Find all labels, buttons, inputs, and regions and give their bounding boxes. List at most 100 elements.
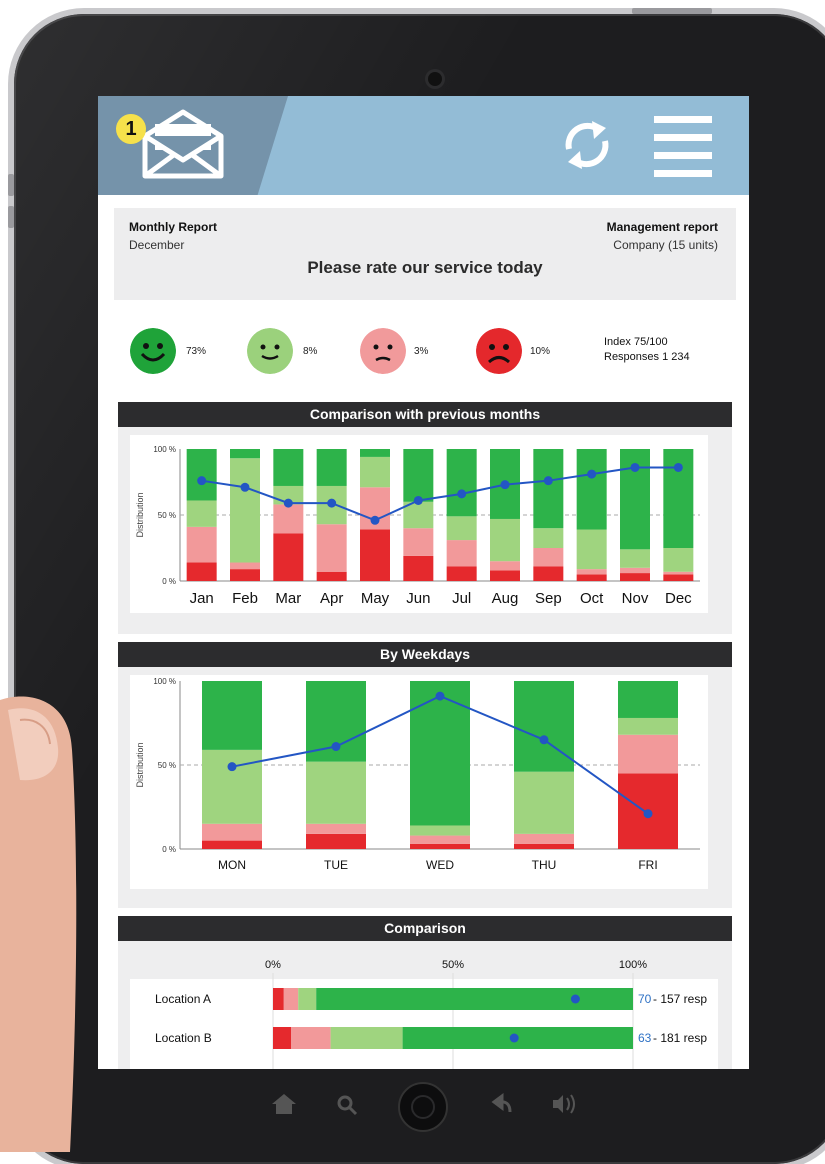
bar-segment bbox=[490, 518, 520, 562]
x-tick-label: May bbox=[361, 590, 390, 607]
bar-segment bbox=[202, 681, 262, 750]
x-tick-label: Sep bbox=[535, 590, 562, 607]
score-value: 63 bbox=[638, 1031, 652, 1045]
bar-segment bbox=[316, 571, 347, 581]
y-axis-label: Distribution bbox=[135, 492, 145, 537]
summary-stats: Index 75/100 Responses 1 234 bbox=[604, 335, 690, 365]
bar-segment bbox=[360, 529, 390, 581]
bar-segment bbox=[576, 569, 607, 575]
app-header: 1 bbox=[98, 96, 749, 195]
y-tick-label: 100 % bbox=[153, 445, 176, 454]
bar-segment bbox=[514, 843, 574, 849]
bar-segment bbox=[273, 449, 304, 486]
company-label: Company (15 units) bbox=[613, 238, 718, 252]
index-point bbox=[509, 1033, 519, 1043]
bar-segment bbox=[446, 449, 477, 517]
power-button bbox=[632, 8, 712, 14]
bar-segment bbox=[273, 533, 304, 581]
sync-icon[interactable] bbox=[560, 118, 614, 172]
bar-segment bbox=[410, 681, 470, 826]
bar-segment bbox=[360, 456, 390, 488]
bar-segment bbox=[230, 458, 260, 563]
line-point bbox=[240, 482, 250, 492]
x-tick-label: 50% bbox=[442, 959, 464, 971]
weekday-panel: By Weekdays 0 % 50 % 100 % Distribution MON T… bbox=[118, 642, 732, 908]
location-comparison-panel: Comparison 0% 50% 100% Location A 70 - 157 r… bbox=[118, 916, 732, 1069]
volume-button bbox=[8, 174, 14, 196]
bar-segment bbox=[316, 988, 633, 1010]
bar-segment bbox=[306, 833, 366, 849]
app-screen: 1 Monthly Report December Management rep… bbox=[98, 96, 749, 1069]
monthly-chart-title: Comparison with previous months bbox=[118, 402, 732, 427]
very-dissatisfied-face-icon[interactable] bbox=[476, 328, 522, 374]
mail-icon[interactable] bbox=[142, 108, 224, 180]
line-point bbox=[587, 469, 597, 479]
weekday-chart-title: By Weekdays bbox=[118, 642, 732, 667]
y-tick-label: 100 % bbox=[153, 677, 176, 686]
line-point bbox=[327, 498, 337, 508]
satisfied-face-icon[interactable] bbox=[247, 328, 293, 374]
x-tick-label: Aug bbox=[492, 590, 519, 607]
bar-segment bbox=[533, 566, 564, 581]
search-icon[interactable] bbox=[337, 1095, 358, 1116]
x-tick-label: 100% bbox=[619, 959, 647, 971]
bar-segment bbox=[620, 573, 650, 581]
x-tick-label: Apr bbox=[320, 590, 343, 607]
x-tick-label: Oct bbox=[580, 590, 604, 607]
index-value: Index 75/100 bbox=[604, 336, 668, 348]
x-tick-label: Jul bbox=[452, 590, 471, 607]
bar-segment bbox=[283, 988, 299, 1010]
bar-segment bbox=[576, 529, 607, 570]
menu-icon[interactable] bbox=[654, 116, 712, 188]
bar-segment bbox=[202, 823, 262, 841]
bar-segment bbox=[273, 504, 304, 534]
bar-segment bbox=[230, 562, 260, 570]
bar-segment bbox=[273, 988, 284, 1010]
dissatisfied-pct: 3% bbox=[414, 346, 429, 357]
y-tick-label: 50 % bbox=[158, 761, 176, 770]
line-point bbox=[630, 462, 640, 472]
bar-segment bbox=[533, 548, 564, 567]
line-point bbox=[370, 515, 380, 525]
bar-segment bbox=[186, 562, 217, 581]
home-button[interactable] bbox=[398, 1082, 448, 1132]
response-count: - 181 resp bbox=[653, 1031, 707, 1045]
bar-segment bbox=[410, 835, 470, 844]
bar-segment bbox=[514, 771, 574, 834]
weekday-chart: 0 % 50 % 100 % Distribution MON TUE WED THU FRI bbox=[130, 675, 708, 889]
rating-prompt: Please rate our service today bbox=[307, 258, 543, 277]
bar-segment bbox=[533, 449, 564, 529]
line-point bbox=[283, 498, 293, 508]
bar-segment bbox=[410, 843, 470, 849]
score-value: 70 bbox=[638, 992, 652, 1006]
bar-segment bbox=[202, 749, 262, 824]
location-label: Location A bbox=[155, 992, 211, 1006]
line-point bbox=[331, 742, 341, 752]
bar-segment bbox=[620, 549, 650, 568]
volume-icon[interactable] bbox=[553, 1094, 575, 1114]
x-tick-label: 0% bbox=[265, 959, 281, 971]
y-tick-label: 0 % bbox=[162, 845, 176, 854]
index-point bbox=[570, 994, 580, 1004]
monthly-comparison-panel: Comparison with previous months 0 % 50 % 1… bbox=[118, 402, 732, 634]
monthly-chart: 0 % 50 % 100 % Distribution Jan Feb Mar Apr May J… bbox=[130, 435, 708, 613]
bar-segment bbox=[230, 569, 260, 581]
back-icon[interactable] bbox=[491, 1093, 512, 1113]
x-tick-label: Jan bbox=[190, 590, 214, 607]
bar-segment bbox=[316, 524, 347, 572]
home-icon[interactable] bbox=[272, 1094, 296, 1114]
bar-segment bbox=[273, 1027, 291, 1049]
line-point bbox=[543, 476, 553, 486]
line-point bbox=[673, 462, 683, 472]
very-satisfied-face-icon[interactable] bbox=[130, 328, 176, 374]
x-tick-label: MON bbox=[218, 858, 246, 872]
bar-segment bbox=[490, 561, 520, 571]
bar-segment bbox=[576, 574, 607, 581]
bar-segment bbox=[533, 528, 564, 548]
notification-badge[interactable]: 1 bbox=[116, 114, 146, 144]
bar-segment bbox=[663, 571, 694, 575]
bar-segment bbox=[446, 516, 477, 541]
bar-segment bbox=[316, 449, 347, 486]
dissatisfied-face-icon[interactable] bbox=[360, 328, 406, 374]
line-point bbox=[457, 489, 467, 499]
